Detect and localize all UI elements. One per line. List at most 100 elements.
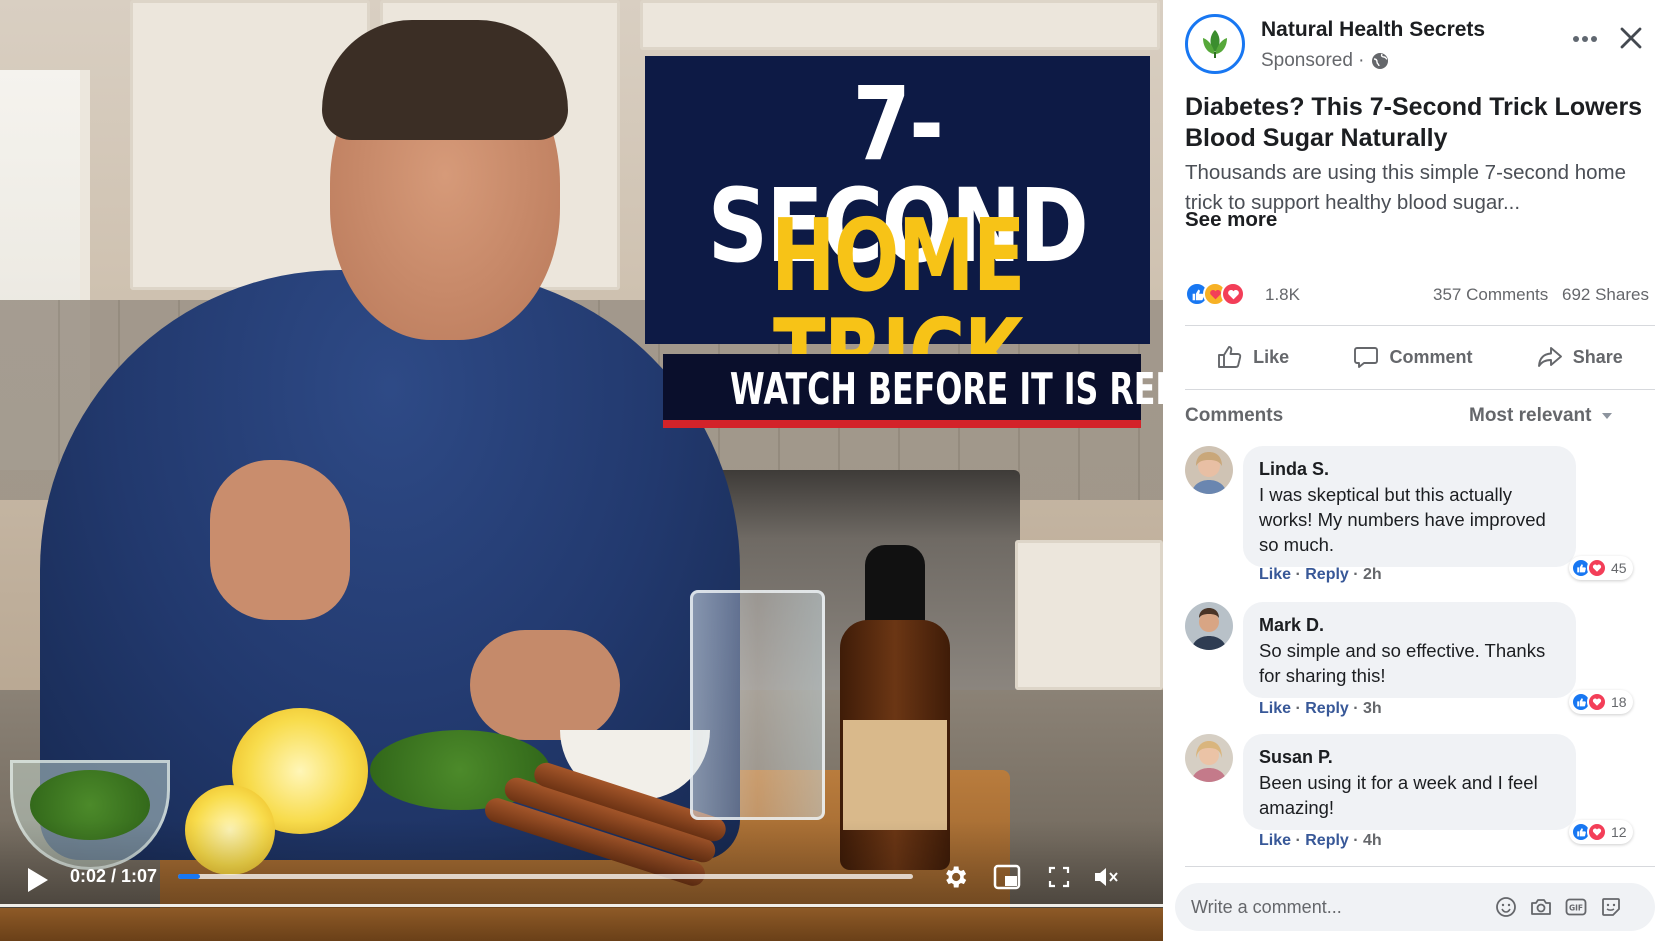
- share-button[interactable]: Share: [1519, 339, 1641, 375]
- close-button[interactable]: [1617, 24, 1649, 56]
- comment-bubble: Mark D. So simple and so effective. Than…: [1243, 602, 1576, 698]
- lower-cabinet: [1015, 540, 1163, 690]
- fullscreen-button[interactable]: [1042, 860, 1076, 894]
- love-reaction-icon: [1587, 822, 1607, 842]
- comment-meta: Like · Reply · 3h: [1259, 700, 1382, 717]
- thumbs-up-icon: [1218, 346, 1242, 368]
- video-controls: 0:02 / 1:07: [0, 848, 1163, 908]
- comment-time: 2h: [1363, 566, 1382, 583]
- divider: [0, 904, 1163, 907]
- post-panel: Natural Health Secrets Sponsored · Diabe…: [1163, 0, 1672, 941]
- page-name[interactable]: Natural Health Secrets: [1261, 18, 1485, 42]
- comment-text: Been using it for a week and I feel amaz…: [1259, 772, 1538, 818]
- video-time: 0:02 / 1:07: [70, 866, 158, 886]
- comment-reply-link[interactable]: Reply: [1305, 832, 1349, 849]
- globe-icon: [1371, 53, 1388, 69]
- shares-count[interactable]: 692 Shares: [1562, 285, 1649, 305]
- avatar[interactable]: [1185, 602, 1233, 650]
- divider: [1185, 866, 1655, 867]
- sort-label: Most relevant: [1469, 405, 1592, 426]
- mute-button[interactable]: [1090, 860, 1124, 894]
- reactions-count[interactable]: 1.8K: [1265, 285, 1300, 305]
- ellipsis-icon: [1573, 36, 1597, 42]
- share-label: Share: [1572, 346, 1623, 367]
- sticker-icon: [1602, 898, 1620, 916]
- comment-reaction-count: 18: [1611, 694, 1627, 710]
- like-button[interactable]: Like: [1199, 339, 1307, 375]
- settings-button[interactable]: [938, 860, 972, 894]
- photo-button[interactable]: [1529, 895, 1553, 919]
- avatar[interactable]: [1185, 446, 1233, 494]
- avatar-mark: [1185, 602, 1233, 650]
- chevron-down-icon: [1602, 413, 1613, 419]
- comment-like-link[interactable]: Like: [1259, 566, 1291, 583]
- comment-button[interactable]: Comment: [1335, 339, 1490, 375]
- sponsored-text: Sponsored ·: [1261, 50, 1365, 71]
- reaction-icons[interactable]: [1185, 282, 1245, 306]
- app: 7-SECOND HOME TRICK WATCH BEFORE IT IS R…: [0, 0, 1672, 941]
- post-header: Natural Health Secrets Sponsored ·: [1185, 14, 1655, 74]
- gear-icon: [946, 866, 967, 888]
- video-subtitle-banner: WATCH BEFORE IT IS REMOVED: [663, 354, 1163, 428]
- comment-reactions[interactable]: 12: [1569, 820, 1633, 844]
- emoji-button[interactable]: [1494, 895, 1518, 919]
- sponsored-label: Sponsored ·: [1261, 50, 1389, 72]
- more-options-button[interactable]: [1565, 24, 1605, 54]
- comment-meta: Like · Reply · 4h: [1259, 832, 1382, 849]
- post-title: Diabetes? This 7-Second Trick Lowers Blo…: [1185, 93, 1643, 152]
- comment-bubble: Linda S. I was skeptical but this actual…: [1243, 446, 1576, 567]
- comment-reactions[interactable]: 45: [1569, 556, 1633, 580]
- comment-reaction-count: 12: [1611, 824, 1627, 840]
- see-more-link[interactable]: See more: [1185, 208, 1277, 232]
- comment-author[interactable]: Susan P.: [1259, 744, 1560, 770]
- divider: [1185, 389, 1655, 390]
- comment-author[interactable]: Linda S.: [1259, 456, 1560, 482]
- avatar[interactable]: [1185, 734, 1233, 782]
- comment-time: 4h: [1363, 832, 1382, 849]
- gif-button[interactable]: GIF: [1564, 895, 1588, 919]
- video-subtitle: WATCH BEFORE IT IS REMOVED: [729, 364, 1163, 415]
- comment-reaction-count: 45: [1611, 560, 1627, 576]
- comment-author[interactable]: Mark D.: [1259, 612, 1560, 638]
- comments-count[interactable]: 357 Comments: [1433, 285, 1548, 305]
- close-icon: [1620, 27, 1642, 49]
- miniplayer-button[interactable]: [990, 860, 1024, 894]
- comment-label: Comment: [1389, 346, 1473, 367]
- presenter-hand: [210, 460, 350, 620]
- comment-bubble: Susan P. Been using it for a week and I …: [1243, 734, 1576, 830]
- play-icon: [28, 868, 48, 892]
- page-avatar[interactable]: [1185, 14, 1245, 74]
- avatar-susan: [1185, 734, 1233, 782]
- bottle-label: [843, 720, 947, 830]
- presenter-hand: [470, 630, 620, 740]
- camera-icon: [1531, 899, 1551, 915]
- comment-like-link[interactable]: Like: [1259, 700, 1291, 717]
- post-body-text: Thousands are using this simple 7-second…: [1185, 161, 1626, 214]
- like-label: Like: [1253, 346, 1290, 367]
- comment-reply-link[interactable]: Reply: [1305, 566, 1349, 583]
- play-button[interactable]: [26, 866, 52, 894]
- comment-text: I was skeptical but this actually works!…: [1259, 484, 1546, 555]
- comment-icon: [1354, 347, 1379, 368]
- comment-reply-link[interactable]: Reply: [1305, 700, 1349, 717]
- gif-icon: GIF: [1565, 898, 1587, 916]
- love-reaction-icon: [1587, 558, 1607, 578]
- reactions-summary: 1.8K 357 Comments 692 Shares: [1185, 282, 1655, 310]
- post-actions: Like Comment Share: [1185, 336, 1655, 378]
- comment-input[interactable]: [1191, 883, 1471, 931]
- leaf-logo-icon: [1203, 30, 1227, 58]
- emoji-icon: [1496, 897, 1516, 917]
- sort-dropdown[interactable]: Most relevant: [1469, 405, 1613, 427]
- video-player[interactable]: 7-SECOND HOME TRICK WATCH BEFORE IT IS R…: [0, 0, 1163, 941]
- love-reaction-icon: [1587, 692, 1607, 712]
- sticker-button[interactable]: [1599, 895, 1623, 919]
- share-icon: [1537, 347, 1562, 367]
- progress-bar[interactable]: [178, 874, 913, 879]
- comment-reactions[interactable]: 18: [1569, 690, 1633, 714]
- love-reaction-icon: [1221, 282, 1245, 306]
- comment-time: 3h: [1363, 700, 1382, 717]
- comment-like-link[interactable]: Like: [1259, 832, 1291, 849]
- comment-meta: Like · Reply · 2h: [1259, 566, 1382, 583]
- svg-text:GIF: GIF: [1569, 904, 1583, 913]
- divider: [1185, 325, 1655, 326]
